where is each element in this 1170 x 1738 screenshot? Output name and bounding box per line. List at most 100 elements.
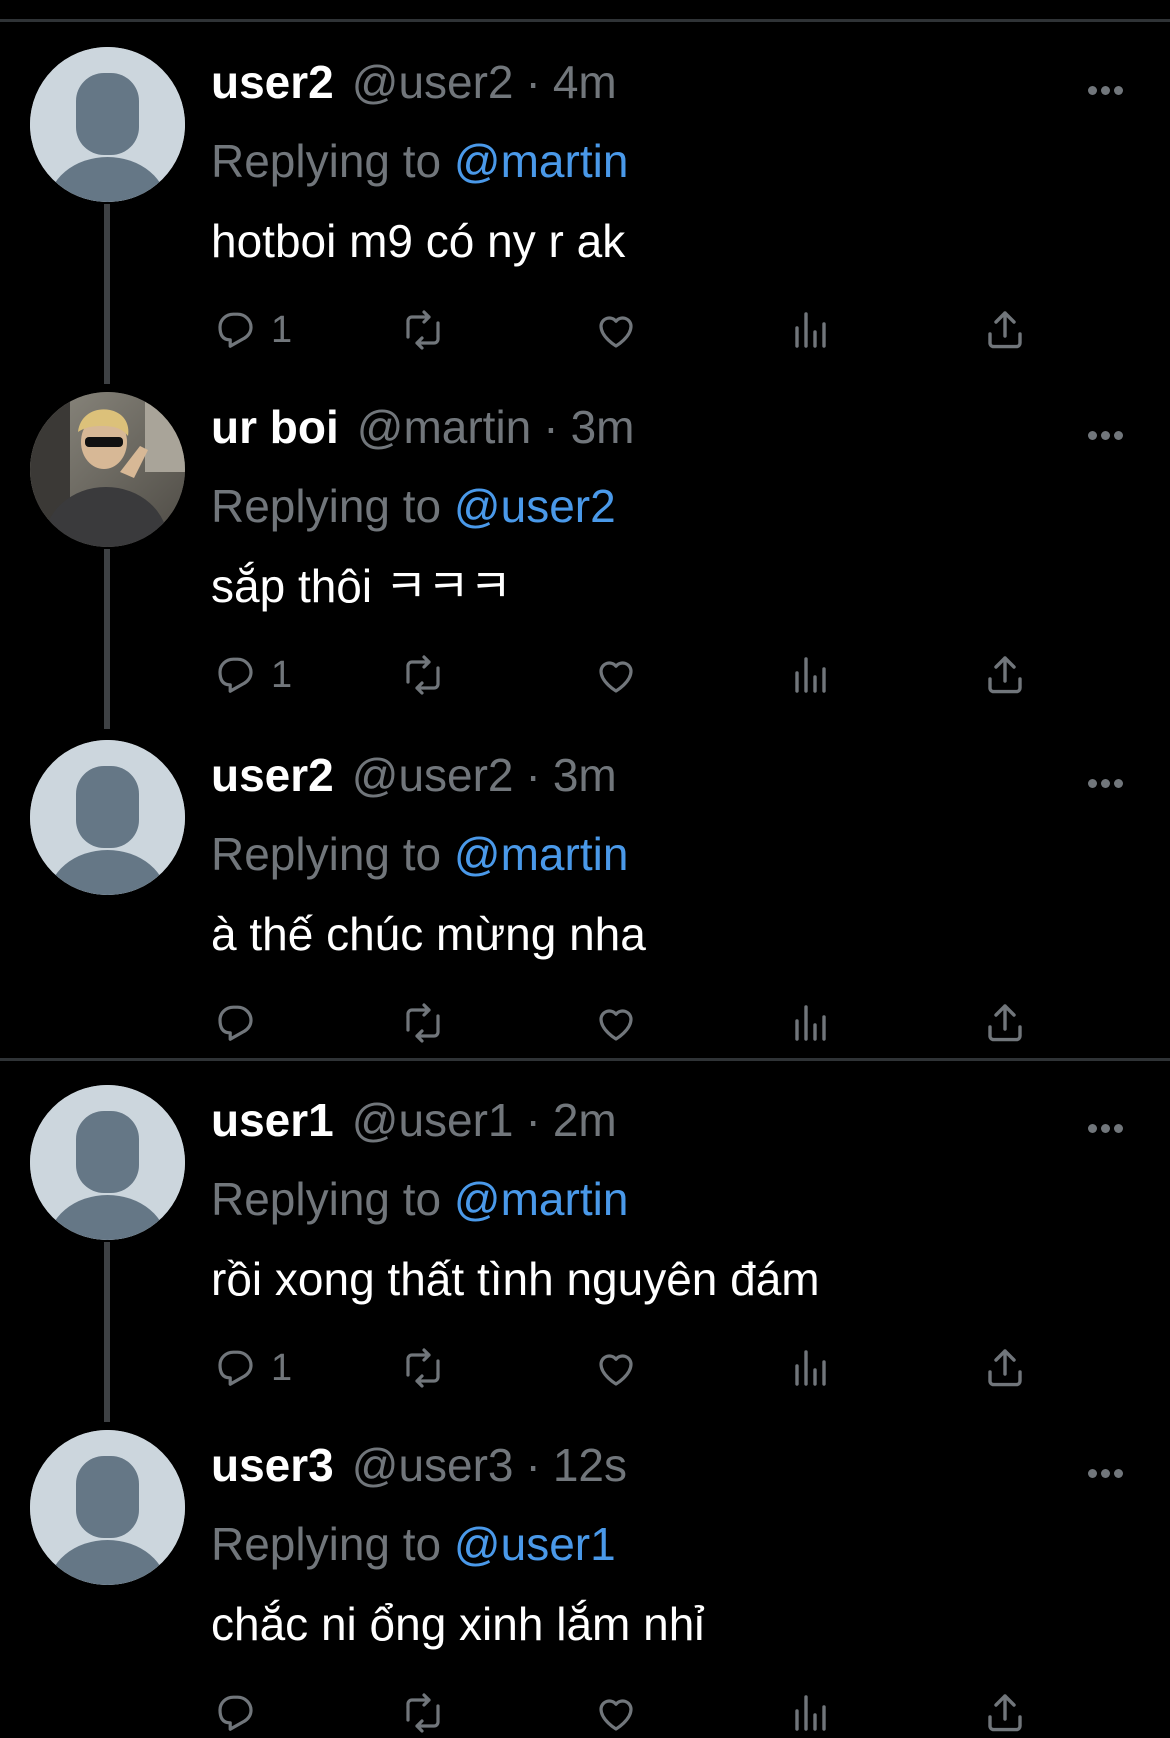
views-icon	[795, 1350, 826, 1386]
tweet-header: user2 @user2 · 3m	[211, 740, 617, 810]
heart-icon	[599, 1699, 633, 1731]
conversation-thread: user2 @user2 · 4m Replying to @martin ho…	[0, 0, 1170, 1738]
reply-count: 1	[271, 654, 293, 696]
replying-prefix: Replying to	[211, 135, 442, 187]
share-icon	[988, 1349, 1022, 1387]
tweet-text: à thế chúc mừng nha	[211, 908, 646, 960]
like-button[interactable]	[592, 1343, 640, 1393]
tweet[interactable]: ur boi @martin · 3m Replying to @user2 s…	[0, 365, 1170, 729]
profile-photo-icon	[30, 392, 185, 547]
views-button[interactable]	[787, 1343, 835, 1393]
share-button[interactable]	[981, 1343, 1029, 1393]
tweet-header: ur boi @martin · 3m	[211, 392, 635, 462]
timestamp[interactable]: 2m	[553, 1085, 617, 1155]
reply-icon	[218, 657, 253, 693]
like-button[interactable]	[592, 305, 640, 355]
tweet-actions: 1	[211, 305, 1041, 355]
tweet[interactable]: user2 @user2 · 3m Replying to @martin à …	[0, 713, 1170, 1058]
mention-link[interactable]: @martin	[454, 135, 629, 187]
username[interactable]: @martin	[357, 392, 532, 462]
views-button[interactable]	[787, 305, 835, 355]
username[interactable]: @user3	[352, 1430, 514, 1500]
avatar[interactable]	[30, 392, 185, 547]
retweet-icon	[406, 310, 440, 350]
separator: ·	[525, 1439, 541, 1491]
username[interactable]: @user2	[352, 740, 514, 810]
thread-line	[104, 204, 110, 384]
default-avatar-icon	[30, 1430, 185, 1585]
heart-icon	[599, 1009, 633, 1041]
timestamp[interactable]: 3m	[571, 392, 635, 462]
mention-link[interactable]: @martin	[454, 1173, 629, 1225]
timestamp[interactable]: 4m	[553, 47, 617, 117]
reply-button[interactable]: 1	[211, 1343, 292, 1393]
views-button[interactable]	[787, 650, 835, 700]
display-name[interactable]: user2	[211, 740, 334, 810]
display-name[interactable]: user1	[211, 1085, 334, 1155]
views-icon	[795, 312, 826, 348]
tweet[interactable]: user2 @user2 · 4m Replying to @martin ho…	[0, 20, 1170, 384]
like-button[interactable]	[592, 650, 640, 700]
timestamp[interactable]: 3m	[553, 740, 617, 810]
username[interactable]: @user1	[352, 1085, 514, 1155]
more-icon[interactable]	[1088, 1124, 1124, 1134]
reply-button[interactable]	[211, 1688, 271, 1738]
share-button[interactable]	[981, 1688, 1029, 1738]
views-icon	[795, 1695, 826, 1731]
replying-to: Replying to @user1	[211, 1511, 616, 1577]
avatar[interactable]	[30, 1430, 185, 1585]
retweet-icon	[406, 1348, 440, 1388]
display-name[interactable]: user2	[211, 47, 334, 117]
mention-link[interactable]: @martin	[454, 828, 629, 880]
like-button[interactable]	[592, 1688, 640, 1738]
retweet-icon	[406, 1693, 440, 1733]
share-icon	[988, 1694, 1022, 1732]
retweet-button[interactable]	[399, 650, 447, 700]
retweet-button[interactable]	[399, 1688, 447, 1738]
share-button[interactable]	[981, 650, 1029, 700]
share-button[interactable]	[981, 305, 1029, 355]
views-icon	[795, 657, 826, 693]
more-icon[interactable]	[1088, 1469, 1124, 1479]
heart-icon	[599, 661, 633, 693]
views-button[interactable]	[787, 1688, 835, 1738]
reply-button[interactable]	[211, 998, 271, 1048]
avatar[interactable]	[30, 47, 185, 202]
reply-button[interactable]: 1	[211, 305, 292, 355]
display-name[interactable]: ur boi	[211, 392, 339, 462]
retweet-icon	[406, 1003, 440, 1043]
views-button[interactable]	[787, 998, 835, 1048]
tweet-text: rồi xong thất tình nguyên đám	[211, 1253, 820, 1305]
share-icon	[988, 656, 1022, 694]
mention-link[interactable]: @user2	[454, 480, 616, 532]
retweet-button[interactable]	[399, 305, 447, 355]
timestamp[interactable]: 12s	[553, 1430, 627, 1500]
tweet[interactable]: user3 @user3 · 12s Replying to @user1 ch…	[0, 1403, 1170, 1738]
tweet-actions	[211, 998, 1041, 1048]
reply-button[interactable]: 1	[211, 650, 292, 700]
display-name[interactable]: user3	[211, 1430, 334, 1500]
mention-link[interactable]: @user1	[454, 1518, 616, 1570]
retweet-button[interactable]	[399, 1343, 447, 1393]
share-icon	[988, 1004, 1022, 1042]
reply-count: 1	[271, 1347, 293, 1389]
username[interactable]: @user2	[352, 47, 514, 117]
replying-prefix: Replying to	[211, 1518, 442, 1570]
tweet-text: sắp thôi ㅋㅋㅋ	[211, 560, 512, 612]
tweet-header: user2 @user2 · 4m	[211, 47, 617, 117]
more-icon[interactable]	[1088, 86, 1124, 96]
separator: ·	[543, 401, 559, 453]
replying-prefix: Replying to	[211, 828, 442, 880]
like-button[interactable]	[592, 998, 640, 1048]
more-icon[interactable]	[1088, 431, 1124, 441]
avatar[interactable]	[30, 740, 185, 895]
retweet-button[interactable]	[399, 998, 447, 1048]
reply-icon	[218, 1695, 253, 1731]
share-button[interactable]	[981, 998, 1029, 1048]
avatar[interactable]	[30, 1085, 185, 1240]
more-icon[interactable]	[1088, 779, 1124, 789]
heart-icon	[599, 1354, 633, 1386]
tweet[interactable]: user1 @user1 · 2m Replying to @martin rồ…	[0, 1058, 1170, 1422]
reply-icon	[218, 1005, 253, 1041]
tweet-actions	[211, 1688, 1041, 1738]
